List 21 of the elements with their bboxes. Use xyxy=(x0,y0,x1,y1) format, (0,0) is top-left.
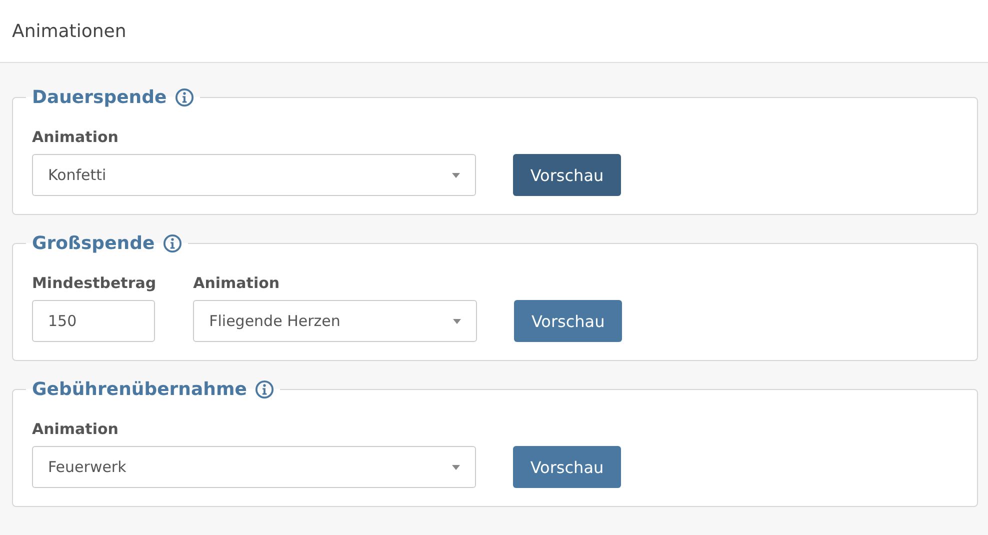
section-title: Gebührenübernahme xyxy=(32,379,247,400)
field-label: Animation xyxy=(32,420,120,438)
info-icon[interactable] xyxy=(254,380,274,399)
input-field[interactable]: 150 xyxy=(32,300,155,342)
preview-button[interactable]: Vorschau xyxy=(514,300,622,342)
field-label: Animation xyxy=(32,128,120,146)
field-label: Mindestbetrag xyxy=(32,274,156,292)
dropdown[interactable]: Feuerwerk xyxy=(32,446,476,488)
caret-icon xyxy=(452,464,460,470)
info-icon[interactable] xyxy=(162,234,182,253)
page-title: Animationen xyxy=(12,20,126,42)
field-label: Animation xyxy=(193,274,281,292)
section-title: Dauerspende xyxy=(32,87,167,108)
caret-icon xyxy=(453,318,462,324)
preview-button[interactable]: Vorschau xyxy=(513,154,621,196)
dropdown[interactable]: Fliegende Herzen xyxy=(193,300,478,342)
section-title: Großspende xyxy=(32,233,155,254)
info-icon[interactable] xyxy=(174,88,194,107)
preview-button[interactable]: Vorschau xyxy=(513,446,621,488)
caret-icon xyxy=(452,172,460,178)
dropdown[interactable]: Konfetti xyxy=(32,154,476,196)
